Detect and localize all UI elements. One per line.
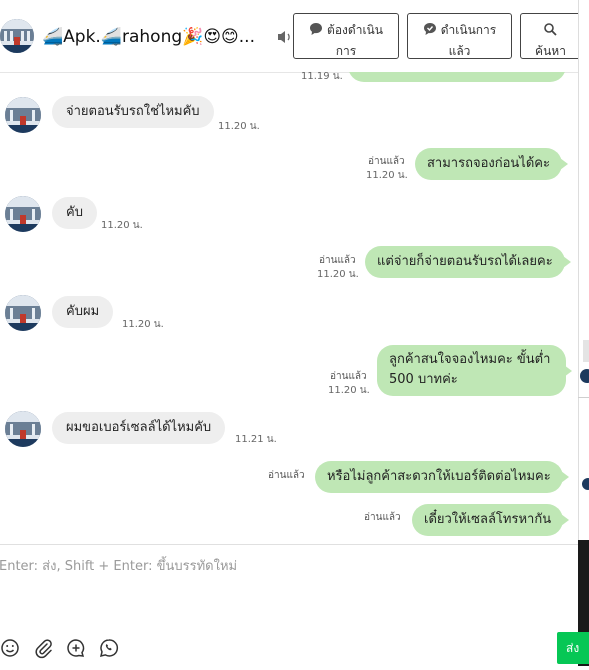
outgoing-bubble[interactable]: สามารถจองก่อนได้คะ bbox=[415, 148, 568, 180]
voice-call-icon[interactable] bbox=[98, 637, 120, 659]
chat-avatar[interactable] bbox=[0, 19, 34, 53]
done-button-line1: ดำเนินการ bbox=[440, 23, 497, 37]
emoji-icon[interactable] bbox=[0, 637, 22, 659]
todo-button-line2: การ bbox=[335, 44, 357, 58]
search-icon bbox=[544, 23, 558, 36]
incoming-bubble[interactable]: จ่ายตอนรับรถใช่ไหมคับ bbox=[52, 96, 214, 128]
message-input[interactable] bbox=[0, 553, 561, 617]
sender-avatar[interactable] bbox=[5, 295, 41, 331]
read-receipt: อ่านแล้ว bbox=[268, 470, 305, 481]
done-button-line2: แล้ว bbox=[448, 44, 471, 58]
message-time: 11.20 น. bbox=[366, 170, 408, 181]
composer bbox=[0, 545, 578, 633]
message-list[interactable]: 11.19 น. จ่ายตอนรับรถใช่ไหมคับ 11.20 น. … bbox=[0, 72, 578, 544]
side-panel-edge bbox=[578, 0, 589, 666]
search-button[interactable]: ค้นหา bbox=[520, 13, 581, 59]
todo-button-line1: ต้องดำเนิน bbox=[327, 23, 383, 37]
outgoing-bubble[interactable]: หรือไม่ลูกค้าสะดวกให้เบอร์ติดต่อไหมคะ bbox=[315, 461, 569, 493]
message-time: 11.21 น. bbox=[235, 434, 277, 445]
message-time: 11.20 น. bbox=[218, 121, 260, 132]
incoming-bubble[interactable]: คับผม bbox=[52, 296, 114, 328]
message-time: 11.20 น. bbox=[101, 220, 143, 231]
sender-avatar[interactable] bbox=[5, 196, 41, 232]
sender-avatar[interactable] bbox=[5, 411, 41, 447]
search-button-label: ค้นหา bbox=[535, 44, 566, 58]
speaker-icon[interactable] bbox=[276, 28, 294, 46]
outgoing-bubble[interactable]: ลูกค้าสนใจจองไหมคะ ขั้นต่ำ 500 บาทค่ะ bbox=[377, 345, 572, 396]
incoming-bubble[interactable]: ผมขอเบอร์เซลล์ได้ไหมคับ bbox=[52, 412, 226, 444]
todo-button[interactable]: ต้องดำเนินการ bbox=[293, 13, 399, 59]
attachment-icon[interactable] bbox=[32, 637, 54, 659]
message-time: 11.19 น. bbox=[301, 72, 343, 82]
message-time: 11.20 น. bbox=[317, 269, 359, 280]
message-time: 11.20 น. bbox=[328, 385, 370, 396]
speech-check-icon bbox=[423, 23, 436, 35]
outgoing-bubble[interactable]: เดี๋ยวให้เซลล์โทรหากัน bbox=[412, 504, 570, 536]
message-time: 11.20 น. bbox=[122, 319, 164, 330]
sender-avatar[interactable] bbox=[5, 97, 41, 133]
read-receipt: อ่านแล้ว bbox=[368, 156, 405, 167]
done-button[interactable]: ดำเนินการแล้ว bbox=[407, 13, 512, 59]
chat-header: 🚄Apk.🚄rahong🎉😍😊... ต้องดำเนินการ ดำเนินก… bbox=[0, 0, 589, 73]
add-reply-icon[interactable] bbox=[65, 637, 87, 659]
chat-title[interactable]: 🚄Apk.🚄rahong🎉😍😊... bbox=[42, 27, 260, 47]
read-receipt: อ่านแล้ว bbox=[364, 512, 401, 523]
read-receipt: อ่านแล้ว bbox=[330, 371, 367, 382]
read-receipt: อ่านแล้ว bbox=[319, 255, 356, 266]
speech-bubble-icon bbox=[310, 23, 323, 35]
outgoing-bubble-partial bbox=[348, 72, 566, 82]
outgoing-bubble[interactable]: แต่จ่ายก็จ่ายตอนรับรถได้เลยคะ bbox=[365, 246, 571, 278]
send-button[interactable]: ส่ง bbox=[557, 632, 589, 664]
incoming-bubble[interactable]: คับ bbox=[52, 197, 97, 229]
